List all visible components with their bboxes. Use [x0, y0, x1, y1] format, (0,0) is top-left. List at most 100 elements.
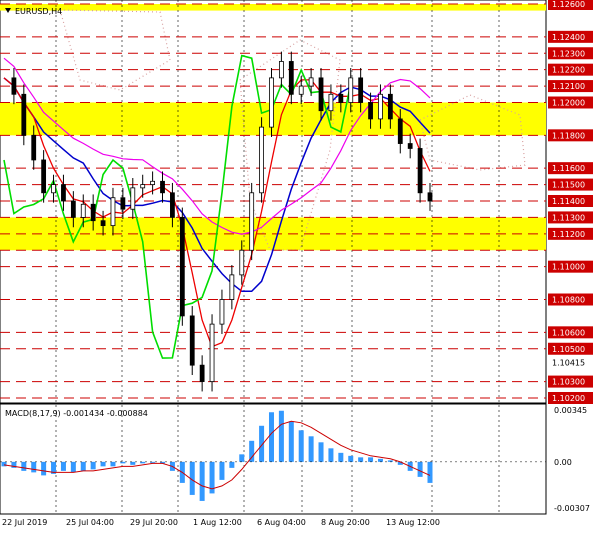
macd-bar-22	[219, 461, 225, 480]
price-label-6: 1.11800	[552, 131, 585, 140]
macd-bar-43	[427, 461, 433, 483]
price-label-17: 1.10300	[552, 378, 585, 387]
candle-body-26	[259, 126, 264, 194]
macd-bar-13	[130, 461, 136, 465]
macd-bar-24	[239, 454, 245, 462]
candle-body-41	[407, 143, 413, 149]
candle-body-7	[70, 200, 76, 218]
macd-bar-34	[338, 452, 344, 462]
macd-tick-1: 0.00	[554, 458, 572, 467]
candle-body-31	[308, 77, 314, 87]
price-label-18: 1.10200	[552, 394, 585, 403]
candle-body-5	[51, 184, 56, 194]
candle-body-21	[209, 323, 215, 382]
time-axis: 22 Jul 2019 25 Jul 04:00 29 Jul 20:00 1 Aug…	[2, 518, 440, 527]
macd-bar-2	[21, 461, 27, 471]
candle-body-3	[31, 134, 37, 161]
candle-body-27	[269, 77, 274, 128]
macd-bar-32	[318, 442, 324, 462]
time-tick-1: 25 Jul 04:00	[66, 518, 114, 527]
macd-bar-10	[100, 461, 106, 467]
candle-body-37	[368, 102, 373, 120]
candle-body-33	[328, 93, 334, 112]
candle-body-40	[397, 118, 403, 144]
candle-body-1	[11, 77, 17, 95]
macd-bar-0	[1, 461, 7, 467]
macd-bar-29	[288, 421, 294, 462]
candle-body-30	[298, 85, 304, 95]
macd-bar-33	[328, 448, 334, 462]
candle-body-11	[110, 197, 116, 227]
macd-bar-31	[308, 436, 314, 462]
time-tick-5: 8 Aug 20:00	[321, 518, 370, 527]
candle-body-43	[427, 192, 433, 202]
zone-2	[0, 4, 546, 11]
time-tick-6: 13 Aug 12:00	[386, 518, 440, 527]
price-label-12: 1.11000	[552, 263, 585, 272]
macd-label: MACD(8,17,9) -0.001434 -0.000884	[5, 409, 148, 418]
price-label-1: 1.12400	[552, 33, 585, 42]
symbol-label: EURUSD,H4	[15, 7, 62, 16]
chart-window[interactable]: 1.12600 1.12400 1.12300 1.12200 1.12100 1.120…	[0, 0, 595, 532]
macd-axis: 0.00345 0.00 -0.00307	[554, 406, 590, 513]
candle-body-15	[150, 180, 156, 185]
macd-bar-30	[298, 430, 304, 462]
time-tick-2: 29 Jul 20:00	[130, 518, 178, 527]
macd-bar-4	[41, 461, 47, 476]
candle-body-13	[130, 187, 136, 210]
candle-body-6	[61, 184, 66, 202]
price-label-11: 1.11200	[552, 230, 585, 239]
candle-body-23	[229, 274, 235, 300]
macd-bar-27	[268, 412, 274, 462]
macd-bar-42	[417, 461, 423, 477]
macd-tick-2: -0.00307	[554, 504, 590, 513]
candle-body-35	[348, 77, 354, 103]
macd-bar-11	[110, 461, 116, 467]
candle-body-29	[288, 61, 294, 95]
chart-canvas[interactable]: 1.12600 1.12400 1.12300 1.12200 1.12100 1.120…	[0, 0, 595, 532]
candle-body-9	[90, 203, 96, 222]
candle-body-24	[239, 249, 245, 276]
price-label-16: 1.10415	[552, 359, 585, 368]
candle-body-39	[387, 93, 393, 120]
candle-body-42	[417, 148, 423, 194]
price-label-3: 1.12200	[552, 66, 585, 75]
candle-body-18	[179, 217, 185, 317]
price-label-5: 1.12000	[552, 99, 585, 108]
candle-body-34	[338, 93, 344, 103]
price-label-7: 1.11600	[552, 164, 585, 173]
candle-body-16	[160, 180, 165, 194]
price-label-15: 1.10500	[552, 345, 585, 354]
macd-bar-37	[368, 457, 374, 462]
candle-body-8	[80, 203, 86, 218]
candle-body-4	[41, 159, 47, 194]
time-tick-4: 6 Aug 04:00	[257, 518, 306, 527]
candle-body-12	[120, 197, 126, 210]
price-label-8: 1.11500	[552, 181, 585, 190]
price-label-0: 1.12600	[552, 0, 585, 9]
price-label-13: 1.10800	[552, 296, 585, 305]
macd-bar-23	[229, 461, 235, 468]
macd-bar-8	[80, 461, 86, 471]
candle-body-25	[249, 192, 255, 251]
macd-tick-0: 0.00345	[554, 406, 587, 415]
macd-bar-38	[377, 458, 383, 462]
macd-bar-28	[278, 410, 284, 462]
candle-body-22	[219, 299, 225, 325]
candle-body-20	[199, 364, 205, 382]
time-tick-0: 22 Jul 2019	[2, 518, 47, 527]
time-tick-3: 1 Aug 12:00	[193, 518, 242, 527]
macd-bar-9	[90, 461, 96, 470]
price-label-10: 1.11300	[552, 213, 585, 222]
macd-bar-36	[358, 457, 364, 462]
candle-body-32	[318, 77, 324, 112]
macd-bar-6	[60, 461, 66, 471]
price-label-14: 1.10600	[552, 328, 585, 337]
candle-body-19	[189, 315, 195, 366]
macd-bar-35	[348, 455, 354, 462]
candle-body-36	[358, 77, 364, 103]
macd-bar-20	[199, 461, 205, 501]
candle-body-38	[378, 93, 383, 120]
price-label-2: 1.12300	[552, 49, 585, 58]
price-axis: 1.12600 1.12400 1.12300 1.12200 1.12100 1.120…	[548, 0, 593, 404]
